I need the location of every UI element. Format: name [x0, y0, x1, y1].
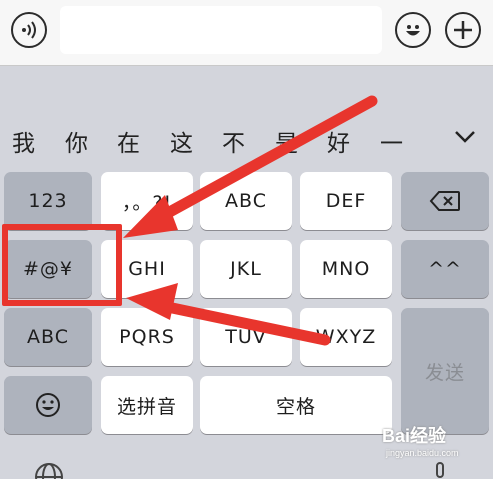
watermark-main: Bai经验: [382, 426, 447, 446]
arrow-lower: [126, 283, 331, 346]
arrow-upper: [123, 95, 378, 238]
watermark-sub: jingyan.baidu.com: [386, 448, 459, 458]
annotation-arrows: [123, 95, 378, 346]
watermark: Bai经验 jingyan.baidu.com: [382, 422, 459, 458]
